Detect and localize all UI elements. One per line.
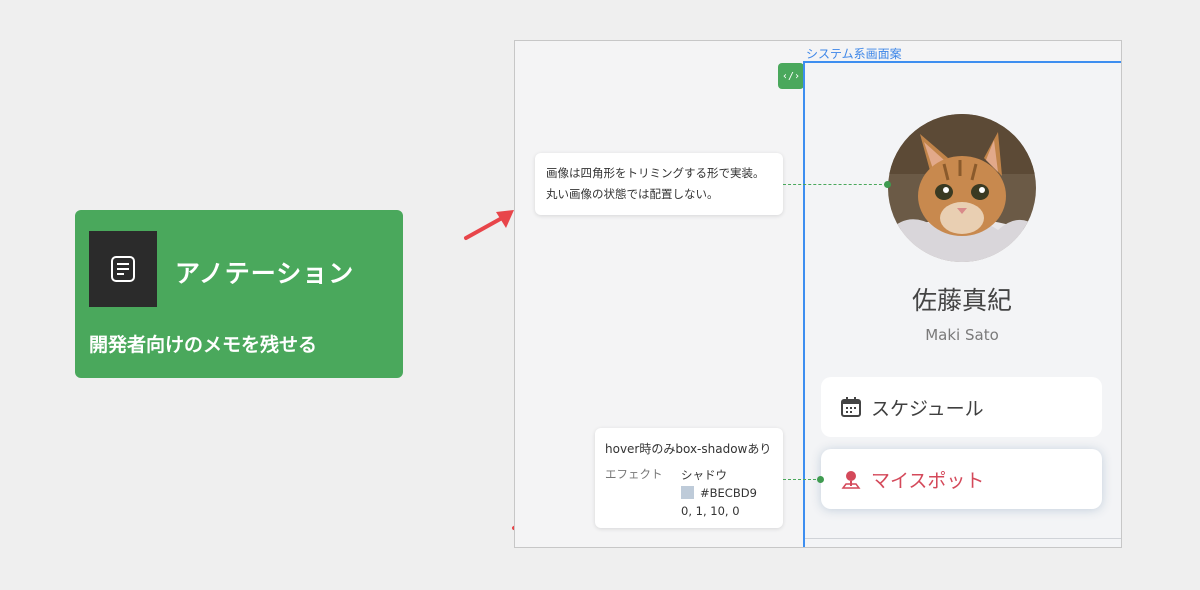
note-effect-row: エフェクト シャドウ #BECBD9 0, 1, 10, 0: [605, 466, 773, 520]
effect-color: #BECBD9: [681, 484, 757, 502]
menu-item-schedule[interactable]: スケジュール: [821, 377, 1102, 437]
menu-label: スケジュール: [871, 397, 984, 420]
effect-type: シャドウ: [681, 468, 727, 482]
frame-label[interactable]: システム系画面案: [806, 45, 902, 62]
annotation-note[interactable]: hover時のみbox-shadowあり エフェクト シャドウ #BECBD9 …: [595, 428, 783, 528]
note-connector: [783, 479, 821, 480]
profile-frame[interactable]: 佐藤真紀 Maki Sato スケジュール マイスポット: [803, 61, 1121, 547]
avatar: [888, 114, 1036, 262]
profile-romaji: Maki Sato: [925, 326, 999, 344]
connector-dot: [884, 181, 891, 188]
code-badge[interactable]: ‹/›: [778, 63, 804, 89]
menu-label: マイスポット: [871, 469, 985, 492]
color-hex: #BECBD9: [700, 486, 757, 500]
divider: [805, 538, 1121, 539]
note-key: エフェクト: [605, 467, 663, 481]
document-lines-icon: [111, 256, 135, 282]
feature-title: アノテーション: [175, 259, 355, 288]
note-text: 画像は四角形をトリミングする形で実装。丸い画像の状態では配置しない。: [546, 166, 765, 201]
note-connector: [783, 184, 887, 185]
annotation-note[interactable]: 画像は四角形をトリミングする形で実装。丸い画像の状態では配置しない。: [535, 153, 783, 215]
cat-photo: [888, 114, 1036, 262]
color-swatch: [681, 486, 694, 499]
map-pin-icon: [839, 467, 863, 491]
profile-name: 佐藤真紀: [911, 286, 1012, 315]
annotation-icon-box: [89, 231, 157, 307]
note-title: hover時のみbox-shadowあり: [605, 442, 772, 456]
connector-dot: [817, 476, 824, 483]
feature-subtitle: 開発者向けのメモを残せる: [89, 334, 318, 356]
menu-item-myspot[interactable]: マイスポット: [821, 449, 1102, 509]
effect-params: 0, 1, 10, 0: [681, 504, 740, 518]
feature-card: アノテーション 開発者向けのメモを残せる: [75, 210, 403, 378]
note-value: シャドウ #BECBD9 0, 1, 10, 0: [681, 466, 757, 520]
calendar-icon: [839, 395, 863, 419]
arrow-pointer-icon: [464, 210, 514, 240]
design-canvas[interactable]: システム系画面案 ‹/› 佐藤真紀 Maki Sato スケジュール マイスポッ…: [514, 40, 1122, 548]
